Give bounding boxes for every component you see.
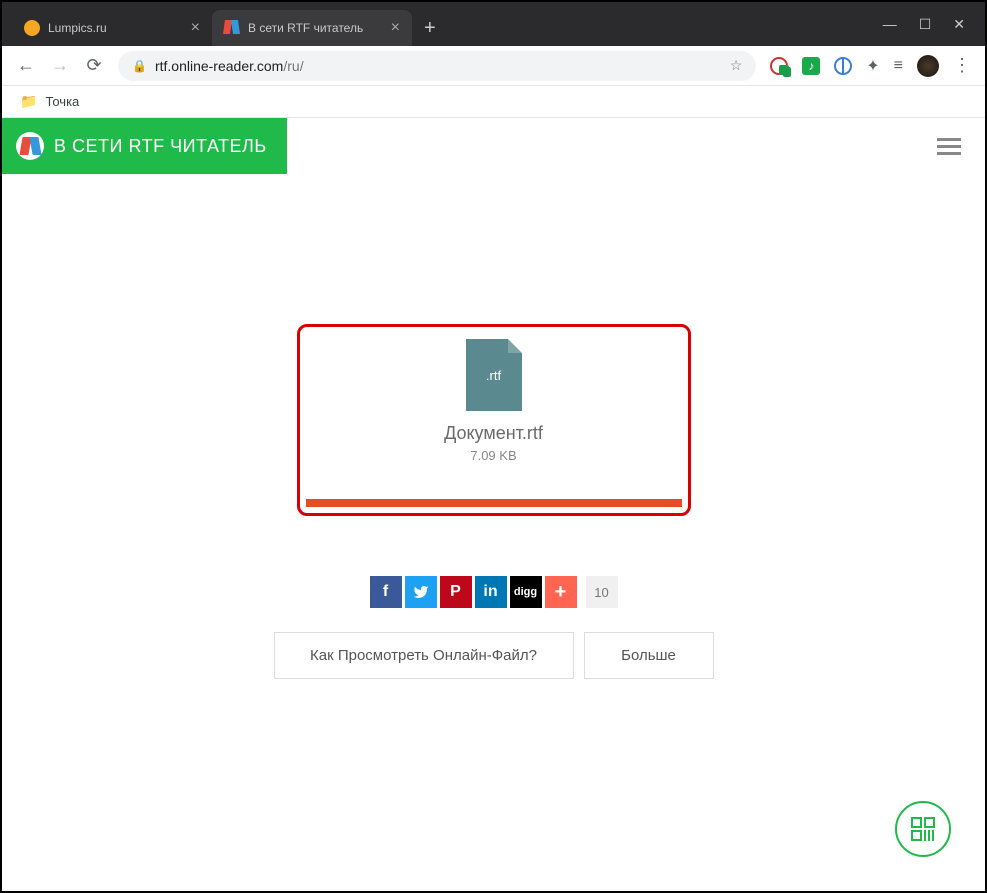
more-button[interactable]: Больше	[584, 632, 714, 679]
tab-title: В сети RTF читатель	[248, 21, 383, 35]
close-button[interactable]: ✕	[953, 16, 965, 33]
toolbar: ← → ⟳ 🔒 rtf.online-reader.com/ru/ ☆ 3 ♪ …	[2, 46, 985, 86]
new-tab-button[interactable]: +	[412, 17, 448, 40]
share-linkedin[interactable]: in	[475, 576, 507, 608]
folder-icon: 📁	[20, 93, 37, 110]
tab-strip: Lumpics.ru × В сети RTF читатель × +	[12, 10, 448, 46]
forward-button[interactable]: →	[50, 55, 70, 76]
favicon-rtf	[224, 20, 240, 36]
file-size: 7.09 KB	[470, 448, 516, 463]
reload-button[interactable]: ⟳	[84, 55, 104, 76]
share-pinterest[interactable]: P	[440, 576, 472, 608]
file-name: Документ.rtf	[444, 423, 543, 444]
share-facebook[interactable]: f	[370, 576, 402, 608]
action-buttons: Как Просмотреть Онлайн-Файл? Больше	[2, 632, 985, 679]
extension-globe-icon[interactable]	[834, 57, 852, 75]
maximize-button[interactable]: ☐	[919, 16, 932, 33]
qr-icon	[911, 817, 935, 841]
titlebar: Lumpics.ru × В сети RTF читатель × + — ☐…	[2, 2, 985, 46]
reading-list-icon[interactable]: ≡	[894, 57, 903, 75]
bookmark-star-icon[interactable]: ☆	[730, 57, 743, 74]
share-digg[interactable]: digg	[510, 576, 542, 608]
bookmarks-bar: 📁 Точка	[2, 86, 985, 118]
tab-lumpics[interactable]: Lumpics.ru ×	[12, 10, 212, 46]
tab-rtf-reader[interactable]: В сети RTF читатель ×	[212, 10, 412, 46]
address-bar[interactable]: 🔒 rtf.online-reader.com/ru/ ☆	[118, 51, 756, 81]
lock-icon: 🔒	[132, 59, 147, 73]
progress-bar	[306, 499, 682, 507]
hamburger-menu[interactable]	[937, 138, 961, 155]
browser-menu-icon[interactable]: ⋮	[953, 55, 971, 76]
file-extension: .rtf	[486, 368, 501, 383]
extension-opera-icon[interactable]: 3	[770, 57, 788, 75]
close-icon[interactable]: ×	[391, 19, 400, 37]
page-header: В СЕТИ RTF ЧИТАТЕЛЬ	[2, 118, 985, 174]
minimize-button[interactable]: —	[883, 16, 897, 33]
favicon-lumpics	[24, 20, 40, 36]
extensions: 3 ♪ ✦ ≡ ⋮	[770, 55, 971, 77]
page-content: .rtf Документ.rtf 7.09 KB f P in digg + …	[2, 174, 985, 679]
bookmark-item[interactable]: Точка	[45, 94, 79, 109]
qr-code-button[interactable]	[895, 801, 951, 857]
extension-music-icon[interactable]: ♪	[802, 57, 820, 75]
brand-logo[interactable]: В СЕТИ RTF ЧИТАТЕЛЬ	[2, 118, 287, 174]
window-controls: — ☐ ✕	[883, 16, 985, 33]
how-to-button[interactable]: Как Просмотреть Онлайн-Файл?	[274, 632, 574, 679]
back-button[interactable]: ←	[16, 55, 36, 76]
share-addthis[interactable]: +	[545, 576, 577, 608]
url-text: rtf.online-reader.com/ru/	[155, 58, 722, 74]
tab-title: Lumpics.ru	[48, 21, 183, 35]
file-icon: .rtf	[466, 339, 522, 411]
close-icon[interactable]: ×	[191, 19, 200, 37]
share-twitter[interactable]	[405, 576, 437, 608]
extensions-menu-icon[interactable]: ✦	[866, 56, 879, 76]
brand-title: В СЕТИ RTF ЧИТАТЕЛЬ	[54, 136, 267, 157]
brand-icon	[16, 132, 44, 160]
share-count: 10	[586, 576, 618, 608]
share-row: f P in digg + 10	[2, 576, 985, 608]
profile-avatar[interactable]	[917, 55, 939, 77]
extension-badge: 3	[783, 67, 791, 77]
upload-box[interactable]: .rtf Документ.rtf 7.09 KB	[297, 324, 691, 516]
